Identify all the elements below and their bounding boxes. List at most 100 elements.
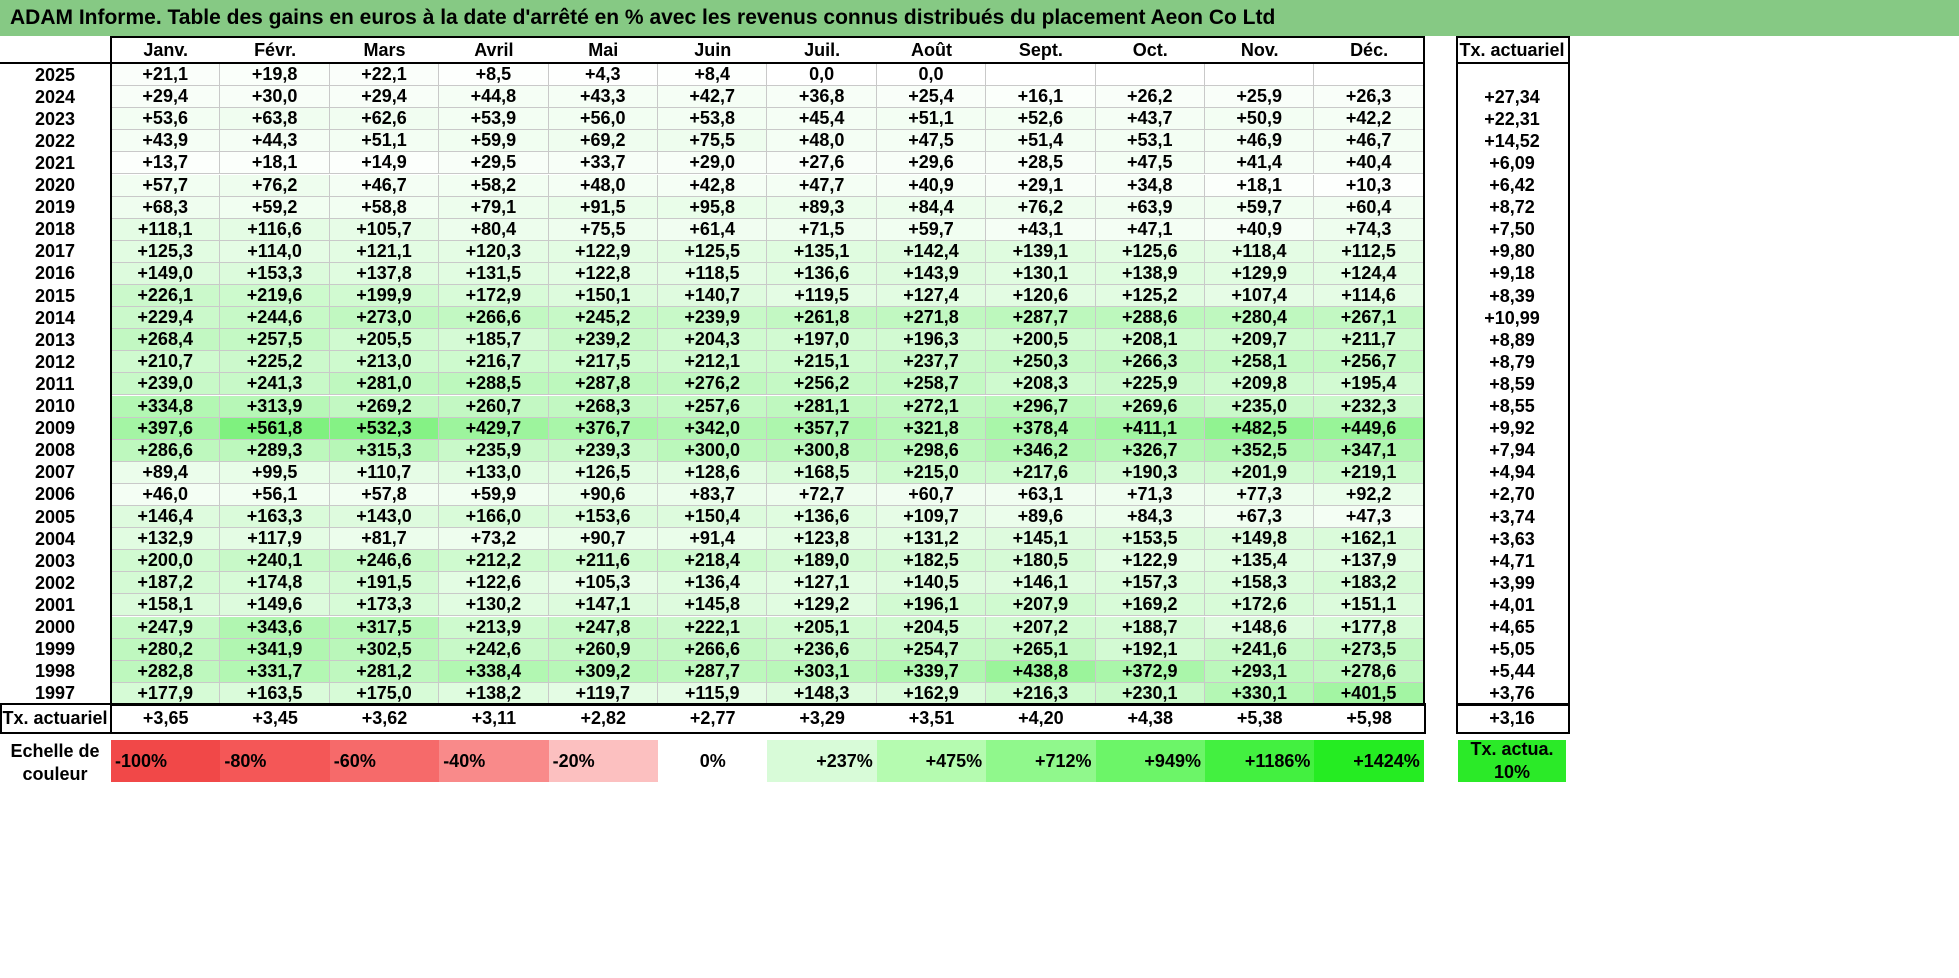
- table-cell: +57,8: [329, 483, 440, 506]
- table-cell: +269,2: [329, 395, 440, 418]
- table-cell: +30,0: [220, 86, 330, 109]
- color-scale-swatch: -100%: [111, 740, 221, 782]
- table-cell: +288,5: [439, 373, 549, 396]
- table-cell: +114,0: [220, 240, 330, 263]
- footer-value: +3,62: [361, 708, 408, 728]
- table-cell: +136,6: [767, 506, 877, 529]
- year-label: 2015: [34, 285, 76, 306]
- table-cell: +42,7: [658, 86, 768, 109]
- table-cell: +90,7: [548, 528, 658, 551]
- table-cell: +200,0: [111, 550, 221, 573]
- table-cell: +73,2: [439, 528, 549, 551]
- table-cell: +109,7: [876, 506, 987, 529]
- table-cell: +43,3: [548, 86, 658, 109]
- table-cell: +236,6: [767, 638, 877, 661]
- table-cell: +8,4: [658, 64, 768, 87]
- table-cell: +59,2: [220, 196, 330, 219]
- table-cell: +157,3: [1095, 572, 1205, 595]
- table-cell: +10,3: [1314, 174, 1424, 197]
- table-cell: +245,2: [548, 307, 658, 330]
- year-label: 2000: [34, 617, 76, 638]
- table-cell: +112,5: [1314, 240, 1424, 263]
- table-cell: +123,8: [767, 528, 877, 551]
- table-cell: +150,1: [548, 285, 658, 308]
- year-label: 2010: [34, 396, 76, 417]
- rate-value: +3,74: [1489, 506, 1535, 527]
- footer-value: +2,82: [580, 708, 627, 728]
- table-cell: +276,2: [658, 373, 768, 396]
- table-cell: +29,5: [439, 152, 549, 175]
- table-cell: +99,5: [220, 461, 330, 484]
- table-cell: +44,8: [439, 86, 549, 109]
- table-cell: +145,8: [658, 594, 768, 617]
- table-cell: +204,5: [876, 616, 987, 639]
- table-cell: +266,6: [439, 307, 549, 330]
- table-cell: +225,9: [1095, 373, 1205, 396]
- year-label: 2006: [34, 484, 76, 505]
- table-cell: +47,7: [767, 174, 877, 197]
- table-cell: +58,8: [329, 196, 440, 219]
- table-cell: +183,2: [1314, 572, 1424, 595]
- table-cell: +158,3: [1205, 572, 1315, 595]
- table-cell: +29,1: [986, 174, 1096, 197]
- rate-value: +7,50: [1489, 219, 1535, 240]
- table-cell: +188,7: [1095, 616, 1205, 639]
- table-cell: +298,6: [876, 439, 987, 462]
- table-cell: +26,3: [1314, 86, 1424, 109]
- table-cell: +120,3: [439, 240, 549, 263]
- month-header: Avril: [474, 39, 514, 60]
- table-cell: +281,1: [767, 395, 877, 418]
- table-cell: +257,5: [220, 329, 330, 352]
- table-cell: +219,1: [1314, 461, 1424, 484]
- footer-value: +2,77: [689, 708, 736, 728]
- rate-value: +8,39: [1489, 285, 1535, 306]
- table-cell: +130,1: [986, 262, 1096, 285]
- rate-value: +14,52: [1484, 130, 1540, 151]
- table-cell: +256,2: [767, 373, 877, 396]
- year-label: 2017: [34, 241, 76, 262]
- table-cell: +89,6: [986, 506, 1096, 529]
- table-cell: +168,5: [767, 461, 877, 484]
- table-cell: +128,6: [658, 461, 768, 484]
- table-cell: +89,4: [111, 461, 221, 484]
- table-cell: +138,9: [1095, 262, 1205, 285]
- table-cell: +40,9: [1205, 218, 1315, 241]
- table-cell: +16,1: [986, 86, 1096, 109]
- table-cell: +257,6: [658, 395, 768, 418]
- footer-bottom-rule: [0, 732, 1425, 734]
- footer-value: +5,38: [1236, 708, 1283, 728]
- table-cell: +29,4: [111, 86, 221, 109]
- table-cell: +229,4: [111, 307, 221, 330]
- table-cell: +62,6: [329, 108, 440, 131]
- table-cell: +129,9: [1205, 262, 1315, 285]
- table-cell: +378,4: [986, 417, 1096, 440]
- table-cell: +14,9: [329, 152, 440, 175]
- table-cell: +289,3: [220, 439, 330, 462]
- table-cell: +43,9: [111, 130, 221, 153]
- year-label: 2022: [34, 130, 76, 151]
- table-cell: +163,3: [220, 506, 330, 529]
- year-label: 2012: [34, 351, 76, 372]
- year-label: 2008: [34, 440, 76, 461]
- table-cell: +175,0: [329, 682, 440, 705]
- year-label: 1999: [34, 639, 76, 660]
- footer-top-rule: [0, 703, 1425, 705]
- table-cell: +195,4: [1314, 373, 1424, 396]
- table-cell: +343,6: [220, 616, 330, 639]
- rate-value: +7,94: [1489, 440, 1535, 461]
- table-cell: +29,0: [658, 152, 768, 175]
- table-cell: +287,7: [986, 307, 1096, 330]
- table-cell: +122,8: [548, 262, 658, 285]
- table-cell: +45,4: [767, 108, 877, 131]
- table-cell: +41,4: [1205, 152, 1315, 175]
- table-cell: +372,9: [1095, 660, 1205, 683]
- table-cell: +119,5: [767, 285, 877, 308]
- year-label: 2024: [34, 86, 76, 107]
- table-cell: +162,9: [876, 682, 987, 705]
- rate-value: +4,01: [1489, 594, 1535, 615]
- table-cell: +219,6: [220, 285, 330, 308]
- table-cell: +131,5: [439, 262, 549, 285]
- table-cell: +254,7: [876, 638, 987, 661]
- table-cell: +207,2: [986, 616, 1096, 639]
- table-cell: +211,7: [1314, 329, 1424, 352]
